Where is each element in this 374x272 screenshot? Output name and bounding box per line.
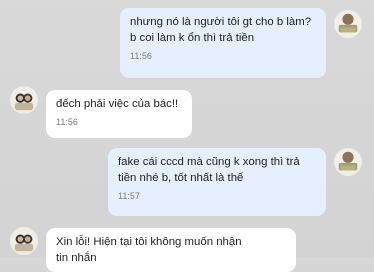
message-bubble[interactable]: fake cái cccd mà cũng k xong thì trả tiề… — [108, 148, 326, 216]
message-bubble[interactable]: đếch phải việc của bác!! 11:56 — [46, 90, 192, 138]
couple-photo-avatar[interactable] — [10, 227, 38, 255]
message-text: nhưng nó là người tôi gt cho b làm? b co… — [130, 16, 312, 44]
message-text: fake cái cccd mà cũng k xong thì trả tiề… — [118, 156, 300, 184]
message-time: 11:56 — [56, 117, 78, 127]
message-text: đếch phải việc của bác!! — [56, 98, 179, 110]
message-bubble[interactable]: Xin lỗi! Hiện tại tôi không muốn nhận ti… — [46, 228, 296, 272]
landscape-photo-avatar[interactable] — [334, 10, 362, 38]
message-time: 11:57 — [118, 191, 140, 201]
chat-conversation: nhưng nó là người tôi gt cho b làm? b co… — [0, 0, 374, 272]
couple-photo-avatar[interactable] — [10, 86, 38, 114]
landscape-photo-avatar[interactable] — [334, 148, 362, 176]
message-text: Xin lỗi! Hiện tại tôi không muốn nhận ti… — [56, 236, 242, 264]
message-time: 11:56 — [130, 51, 152, 61]
message-bubble[interactable]: nhưng nó là người tôi gt cho b làm? b co… — [120, 8, 326, 78]
